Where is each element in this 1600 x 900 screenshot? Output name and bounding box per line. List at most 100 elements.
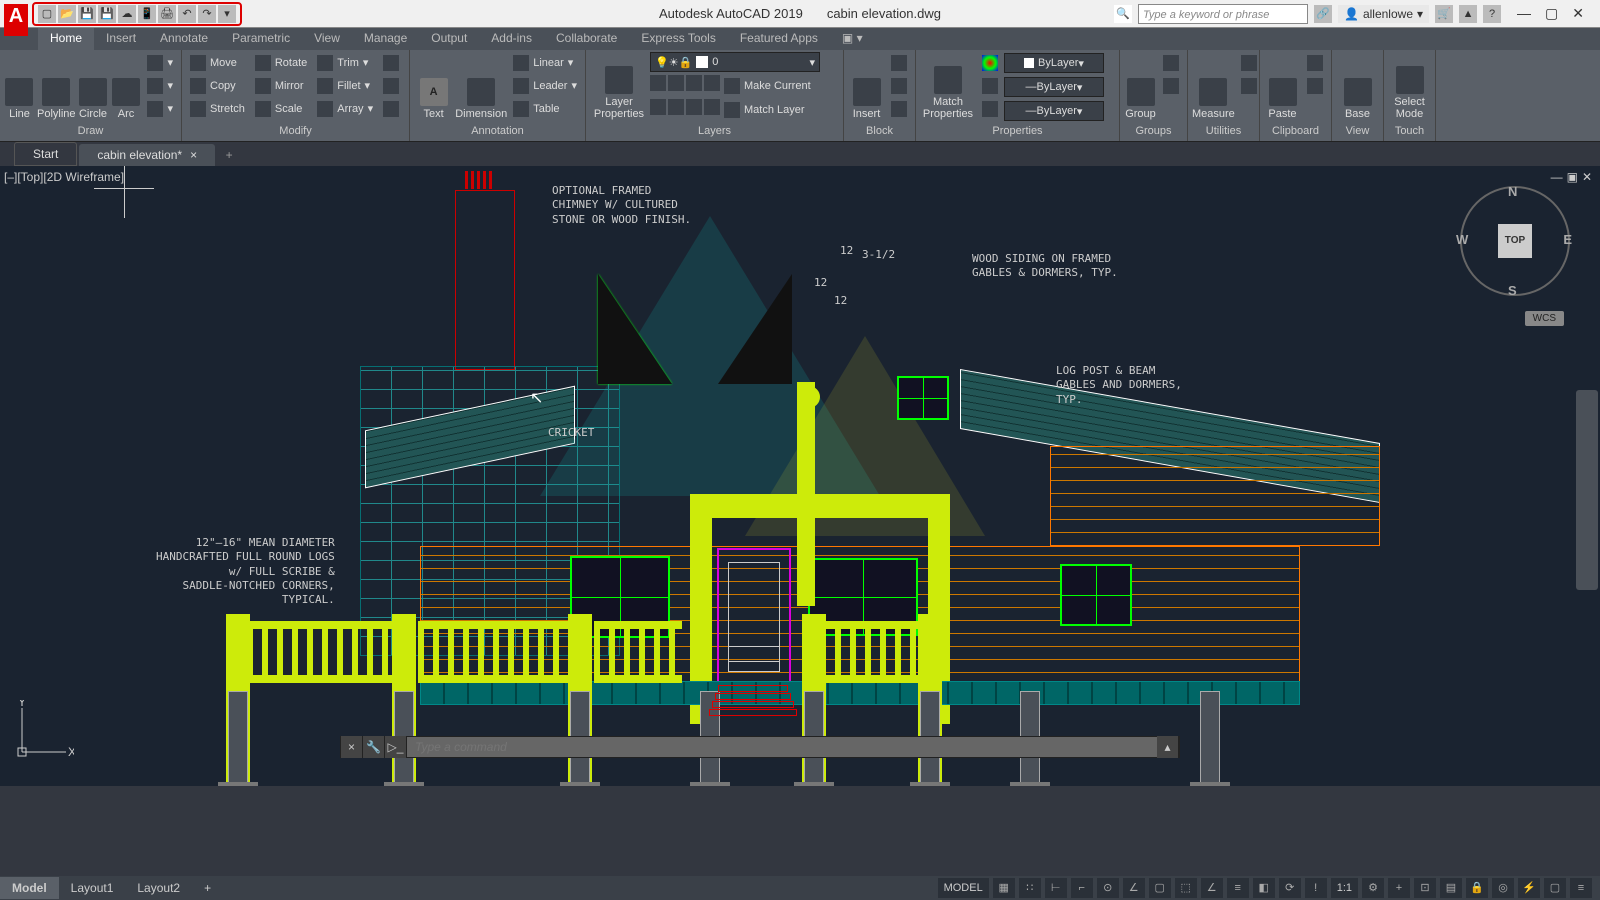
leader-button[interactable]: Leader ▾	[509, 75, 581, 96]
trim-button[interactable]: Trim ▾	[313, 52, 377, 73]
search-input[interactable]: Type a keyword or phrase	[1138, 4, 1308, 24]
calc-icon[interactable]	[1237, 75, 1261, 96]
otrack-icon[interactable]: ∠	[1201, 878, 1223, 898]
arc-button[interactable]: Arc	[111, 52, 142, 120]
tab-switch-icon[interactable]: ▣ ▾	[830, 28, 875, 50]
close-cmd-icon[interactable]: ×	[341, 736, 363, 758]
search-icon[interactable]: 🔍	[1114, 5, 1132, 23]
open-icon[interactable]: 📂	[58, 5, 76, 23]
insert-button[interactable]: Insert	[848, 52, 885, 120]
layer-unlock-icon[interactable]	[686, 99, 702, 115]
add-layout-button[interactable]: +	[192, 877, 223, 899]
grid-icon[interactable]: ▦	[993, 878, 1015, 898]
new-tab-button[interactable]: +	[217, 144, 241, 166]
saveas-icon[interactable]: 💾	[98, 5, 116, 23]
tab-annotate[interactable]: Annotate	[148, 28, 220, 50]
qat-dropdown-icon[interactable]: ▾	[218, 5, 236, 23]
table-button[interactable]: Table	[509, 98, 581, 119]
navigation-bar[interactable]	[1576, 390, 1598, 590]
isodraft-icon[interactable]: ∠	[1123, 878, 1145, 898]
layer-thaw-icon[interactable]	[668, 99, 684, 115]
user-account[interactable]: 👤 allenlowe ▾	[1338, 5, 1429, 23]
mobile-icon[interactable]: 📱	[138, 5, 156, 23]
3dosnap-icon[interactable]: ⬚	[1175, 878, 1197, 898]
compass-s[interactable]: S	[1508, 283, 1517, 298]
compass-w[interactable]: W	[1456, 232, 1468, 247]
quick-props-icon[interactable]: ▤	[1440, 878, 1462, 898]
close-tab-icon[interactable]: ×	[190, 148, 197, 162]
panel-title-modify[interactable]: Modify	[186, 123, 405, 139]
cmd-up-icon[interactable]: ▴	[1157, 736, 1179, 758]
rotate-button[interactable]: Rotate	[251, 52, 311, 73]
panel-title-layers[interactable]: Layers	[590, 123, 839, 139]
linetype-dropdown[interactable]: — ByLayer ▾	[1004, 101, 1104, 121]
panel-title-block[interactable]: Block	[848, 123, 911, 139]
color-dropdown[interactable]: ByLayer ▾	[1004, 53, 1104, 73]
text-button[interactable]: AText	[414, 52, 453, 120]
redo-icon[interactable]: ↷	[198, 5, 216, 23]
layer-off-icon[interactable]	[650, 75, 666, 91]
gear-icon[interactable]: ⚙	[1362, 878, 1384, 898]
maximize-button[interactable]: ▢	[1545, 5, 1558, 22]
ellipse-button[interactable]: ▾	[143, 98, 177, 119]
edit-block-icon[interactable]	[887, 75, 911, 96]
explode-button[interactable]	[379, 75, 403, 96]
tab-parametric[interactable]: Parametric	[220, 28, 302, 50]
tab-express[interactable]: Express Tools	[629, 28, 727, 50]
ungroup-icon[interactable]	[1159, 52, 1183, 73]
linetype-icon[interactable]	[978, 98, 1002, 119]
layout-tab-layout2[interactable]: Layout2	[125, 877, 192, 899]
polar-icon[interactable]: ⊙	[1097, 878, 1119, 898]
app-logo[interactable]: A	[4, 4, 28, 36]
tab-addins[interactable]: Add-ins	[479, 28, 544, 50]
move-button[interactable]: Move	[186, 52, 249, 73]
layer-on-icon[interactable]	[650, 99, 666, 115]
tab-manage[interactable]: Manage	[352, 28, 419, 50]
ortho-icon[interactable]: ⌐	[1071, 878, 1093, 898]
print-icon[interactable]: 🖨	[158, 5, 176, 23]
osnap-icon[interactable]: ▢	[1149, 878, 1171, 898]
viewport-min-icon[interactable]: —	[1551, 170, 1563, 184]
save-icon[interactable]: 💾	[78, 5, 96, 23]
copy-button[interactable]: Copy	[186, 75, 249, 96]
model-space-toggle[interactable]: MODEL	[938, 878, 989, 898]
layout-tab-model[interactable]: Model	[0, 877, 59, 899]
drawing-canvas[interactable]: [–][Top][2D Wireframe] — ▣ ✕ TOP N E S W…	[0, 166, 1600, 786]
stretch-button[interactable]: Stretch	[186, 98, 249, 119]
lock-ui-icon[interactable]: 🔒	[1466, 878, 1488, 898]
panel-title-view[interactable]: View	[1336, 123, 1379, 139]
transparency-icon[interactable]: ◧	[1253, 878, 1275, 898]
command-input[interactable]	[407, 737, 1157, 757]
compass-n[interactable]: N	[1508, 184, 1517, 199]
create-block-icon[interactable]	[887, 52, 911, 73]
edit-attr-icon[interactable]	[887, 98, 911, 119]
workspace-icon[interactable]: +	[1388, 878, 1410, 898]
layer-freeze-icon[interactable]	[668, 75, 684, 91]
viewcube[interactable]: TOP N E S W	[1460, 186, 1570, 296]
erase-button[interactable]	[379, 52, 403, 73]
layout-tab-layout1[interactable]: Layout1	[59, 877, 126, 899]
match-layer-button[interactable]: Match Layer	[722, 99, 807, 120]
tab-featured[interactable]: Featured Apps	[728, 28, 830, 50]
annotation-monitor-icon[interactable]: !	[1305, 878, 1327, 898]
panel-title-annotation[interactable]: Annotation	[414, 123, 581, 139]
mirror-button[interactable]: Mirror	[251, 75, 311, 96]
infocenter-icon[interactable]: 🔗	[1314, 5, 1332, 23]
color-icon[interactable]	[978, 52, 1002, 73]
viewport-max-icon[interactable]: ▣	[1567, 170, 1578, 184]
hardware-accel-icon[interactable]: ⚡	[1518, 878, 1540, 898]
layer-lock-icon[interactable]	[686, 75, 702, 91]
tab-start[interactable]: Start	[14, 142, 77, 166]
make-current-button[interactable]: Make Current	[722, 75, 813, 96]
viewport-close-icon[interactable]: ✕	[1582, 170, 1592, 184]
array-button[interactable]: Array ▾	[313, 98, 377, 119]
fillet-button[interactable]: Fillet ▾	[313, 75, 377, 96]
layer-iso-icon[interactable]	[704, 75, 720, 91]
recent-cmd-icon[interactable]: 🔧	[363, 736, 385, 758]
panel-title-touch[interactable]: Touch	[1388, 123, 1431, 139]
scale-button[interactable]: Scale	[251, 98, 311, 119]
panel-title-draw[interactable]: Draw	[4, 123, 177, 139]
select-mode-button[interactable]: Select Mode	[1388, 52, 1431, 120]
copy-clip-icon[interactable]	[1303, 75, 1327, 96]
lineweight-icon[interactable]	[978, 75, 1002, 96]
